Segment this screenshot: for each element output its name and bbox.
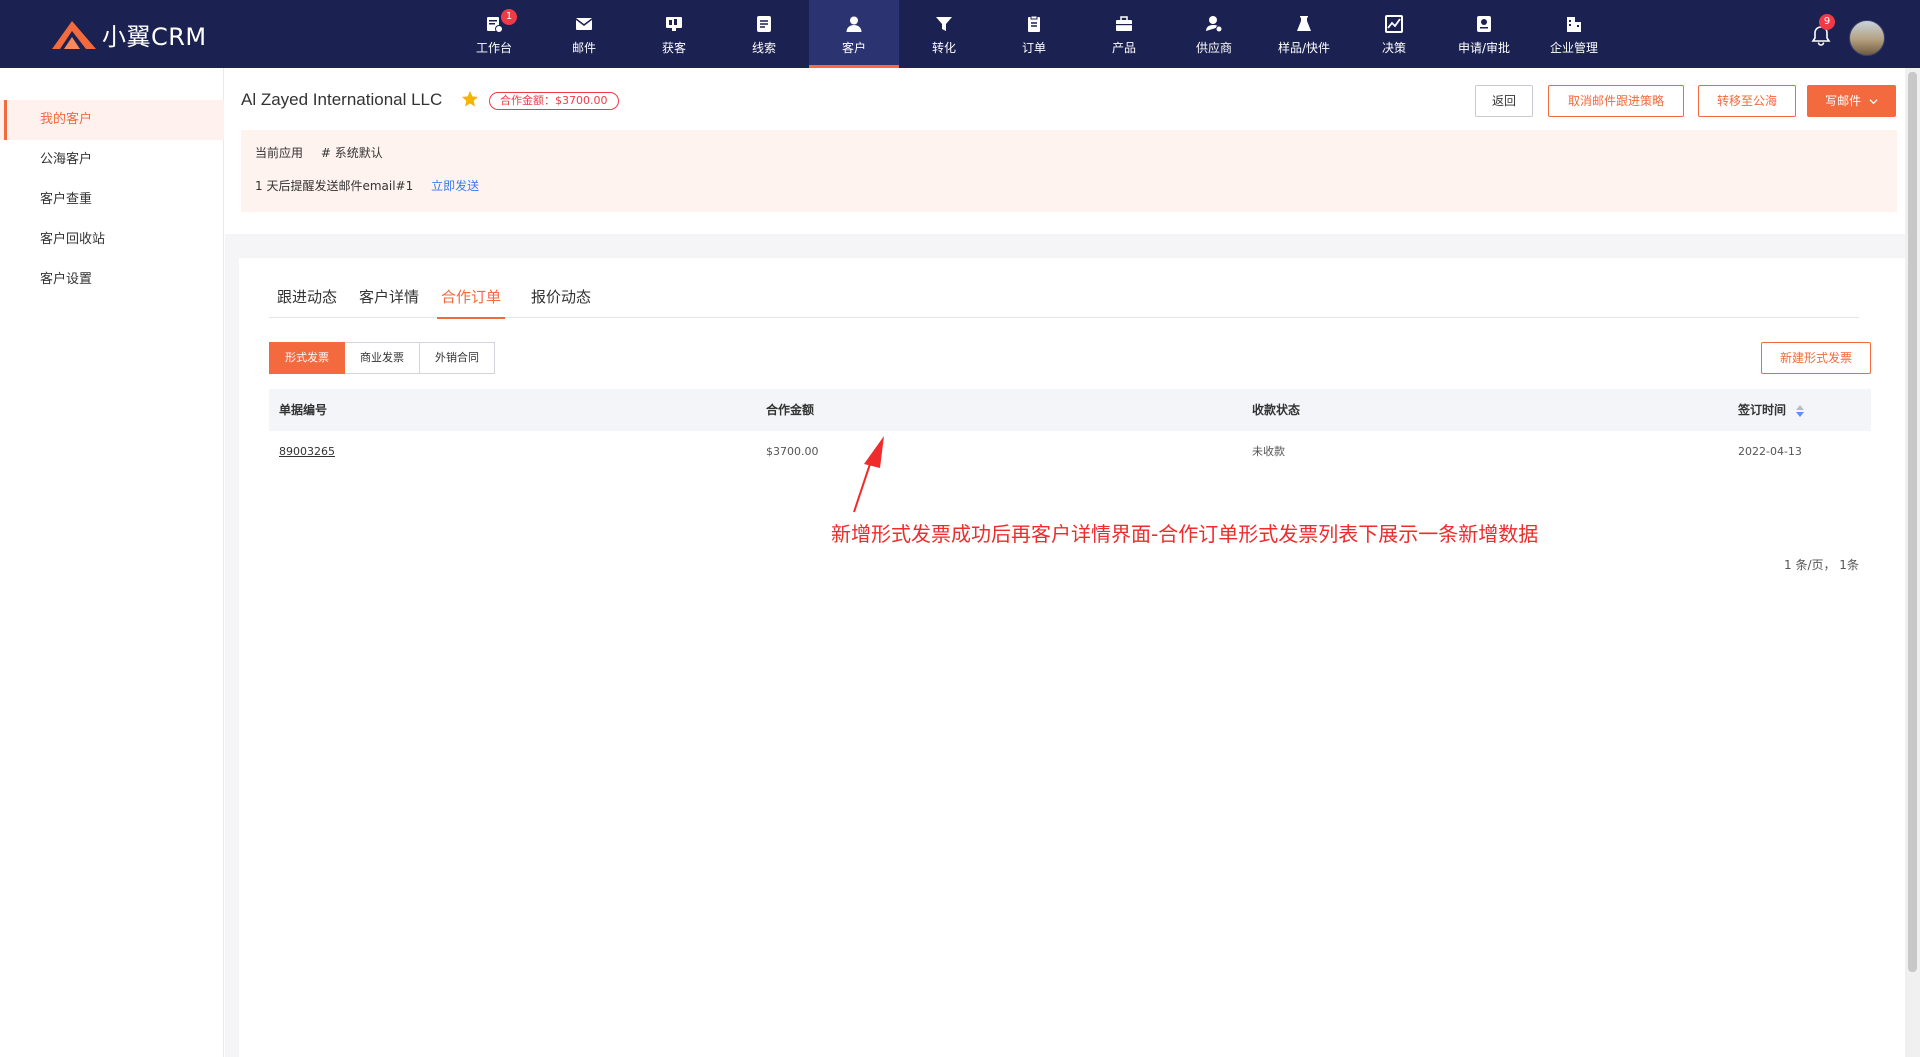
tab-quotation[interactable]: 报价动态 bbox=[531, 284, 591, 318]
pagination-info: 1 条/页， 1条 bbox=[1784, 558, 1859, 572]
column-header: 单据编号 bbox=[279, 403, 328, 417]
nav-item-approval[interactable]: 申请/审批 bbox=[1439, 0, 1529, 68]
table-header: 单据编号 合作金额 收款状态 签订时间 bbox=[269, 389, 1871, 431]
chevron-down-icon bbox=[1869, 99, 1878, 105]
write-email-label: 写邮件 bbox=[1825, 94, 1862, 108]
left-sidebar: 我的客户 公海客户 客户查重 客户回收站 客户设置 bbox=[0, 68, 224, 1057]
strategy-reminder: 当前应用 # 系统默认 1 天后提醒发送邮件email#1 立即发送 bbox=[241, 130, 1897, 212]
nav-label: 线索 bbox=[751, 41, 776, 55]
nav-label: 转化 bbox=[931, 41, 956, 55]
nav-item-conversion[interactable]: 转化 bbox=[899, 0, 989, 68]
customer-icon bbox=[844, 14, 864, 34]
nav-item-enterprise[interactable]: 企业管理 bbox=[1529, 0, 1619, 68]
current-app-value: # 系统默认 bbox=[320, 146, 383, 160]
sidebar-item-duplicate-check[interactable]: 客户查重 bbox=[0, 180, 224, 220]
segment-commercial-invoice[interactable]: 商业发票 bbox=[345, 342, 420, 374]
order-id-link[interactable]: 89003265 bbox=[279, 445, 335, 458]
nav-item-sample[interactable]: 样品/快件 bbox=[1259, 0, 1349, 68]
product-icon bbox=[1114, 14, 1134, 34]
nav-item-leads[interactable]: 线索 bbox=[719, 0, 809, 68]
invoice-type-switch: 形式发票 商业发票 外销合同 bbox=[269, 342, 495, 374]
write-email-button[interactable]: 写邮件 bbox=[1807, 85, 1896, 117]
current-app-label: 当前应用 bbox=[255, 146, 304, 160]
tab-orders[interactable]: 合作订单 bbox=[436, 284, 506, 319]
nav-item-mail[interactable]: 邮件 bbox=[539, 0, 629, 68]
column-header: 合作金额 bbox=[766, 403, 815, 417]
chart-icon bbox=[1384, 14, 1404, 34]
nav-label: 订单 bbox=[1021, 41, 1046, 55]
order-icon bbox=[1024, 14, 1044, 34]
approval-icon bbox=[1474, 14, 1494, 34]
column-header-label: 签订时间 bbox=[1738, 403, 1787, 417]
move-to-public-button[interactable]: 转移至公海 bbox=[1698, 85, 1796, 117]
top-navbar: 小翼CRM 1 工作台 邮件 获客 线索 客户 转化 订单 产品 供应商 样品/… bbox=[0, 0, 1920, 68]
column-header-sign-date[interactable]: 签订时间 bbox=[1738, 389, 1805, 431]
supplier-icon bbox=[1204, 14, 1224, 34]
invoice-table: 单据编号 合作金额 收款状态 签订时间 89003265 $3700.00 未收… bbox=[269, 389, 1871, 473]
cancel-email-strategy-button[interactable]: 取消邮件跟进策略 bbox=[1548, 85, 1684, 117]
main-nav: 1 工作台 邮件 获客 线索 客户 转化 订单 产品 供应商 样品/快件 决策 … bbox=[0, 0, 1920, 68]
notification-badge: 9 bbox=[1819, 14, 1835, 30]
order-amount: $3700.00 bbox=[766, 445, 819, 458]
sidebar-item-my-customers[interactable]: 我的客户 bbox=[0, 100, 224, 140]
sidebar-item-recycle-bin[interactable]: 客户回收站 bbox=[0, 220, 224, 260]
detail-tabs: 跟进动态 客户详情 合作订单 报价动态 bbox=[269, 284, 1859, 319]
sidebar-item-customer-settings[interactable]: 客户设置 bbox=[0, 260, 224, 300]
acquire-icon bbox=[664, 14, 684, 34]
nav-label: 申请/审批 bbox=[1457, 41, 1511, 55]
nav-label: 企业管理 bbox=[1549, 41, 1598, 55]
send-now-link[interactable]: 立即发送 bbox=[431, 179, 479, 193]
nav-item-order[interactable]: 订单 bbox=[989, 0, 1079, 68]
nav-label: 样品/快件 bbox=[1277, 41, 1331, 55]
nav-item-acquire[interactable]: 获客 bbox=[629, 0, 719, 68]
new-proforma-invoice-button[interactable]: 新建形式发票 bbox=[1761, 342, 1871, 374]
segment-export-contract[interactable]: 外销合同 bbox=[420, 342, 495, 374]
payment-status: 未收款 bbox=[1252, 445, 1285, 458]
scrollbar-thumb[interactable] bbox=[1908, 72, 1917, 972]
nav-label: 决策 bbox=[1381, 41, 1406, 55]
segment-proforma-invoice[interactable]: 形式发票 bbox=[269, 342, 345, 374]
annotation-arrow-icon bbox=[853, 436, 884, 513]
annotation-text: 新增形式发票成功后再客户详情界面-合作订单形式发票列表下展示一条新增数据 bbox=[831, 522, 1539, 546]
workbench-badge: 1 bbox=[501, 9, 517, 25]
nav-item-supplier[interactable]: 供应商 bbox=[1169, 0, 1259, 68]
customer-header: Al Zayed International LLC 合作金额：$3700.00… bbox=[225, 68, 1905, 234]
sort-icon[interactable] bbox=[1795, 404, 1805, 418]
notification-bell-icon[interactable]: 9 bbox=[1810, 14, 1835, 46]
nav-label: 工作台 bbox=[475, 41, 512, 55]
star-icon[interactable] bbox=[461, 90, 479, 108]
sign-date: 2022-04-13 bbox=[1738, 445, 1802, 458]
nav-item-decision[interactable]: 决策 bbox=[1349, 0, 1439, 68]
main-area: Al Zayed International LLC 合作金额：$3700.00… bbox=[225, 68, 1920, 1057]
tab-follow-up[interactable]: 跟进动态 bbox=[277, 284, 337, 318]
detail-card: 跟进动态 客户详情 合作订单 报价动态 形式发票 商业发票 外销合同 新建形式发… bbox=[239, 258, 1905, 1057]
table-row: 89003265 $3700.00 未收款 2022-04-13 bbox=[269, 431, 1871, 473]
mail-icon bbox=[574, 14, 594, 34]
sidebar-item-public-customers[interactable]: 公海客户 bbox=[0, 140, 224, 180]
nav-item-product[interactable]: 产品 bbox=[1079, 0, 1169, 68]
leads-icon bbox=[754, 14, 774, 34]
nav-item-workbench[interactable]: 1 工作台 bbox=[449, 0, 539, 68]
nav-label: 邮件 bbox=[571, 41, 596, 55]
nav-item-customer[interactable]: 客户 bbox=[809, 0, 899, 68]
back-button[interactable]: 返回 bbox=[1475, 85, 1533, 117]
enterprise-icon bbox=[1564, 14, 1584, 34]
customer-name: Al Zayed International LLC bbox=[241, 90, 443, 109]
nav-label: 产品 bbox=[1111, 41, 1136, 55]
nav-label: 供应商 bbox=[1195, 41, 1232, 55]
amount-badge: 合作金额：$3700.00 bbox=[489, 92, 619, 110]
user-avatar[interactable] bbox=[1849, 20, 1885, 56]
current-app-row: 当前应用 # 系统默认 bbox=[255, 144, 383, 161]
reminder-text: 1 天后提醒发送邮件email#1 bbox=[255, 179, 414, 193]
column-header: 收款状态 bbox=[1252, 403, 1301, 417]
nav-label: 获客 bbox=[661, 41, 686, 55]
nav-label: 客户 bbox=[841, 41, 866, 55]
sample-icon bbox=[1294, 14, 1314, 34]
funnel-icon bbox=[934, 14, 954, 34]
reminder-row: 1 天后提醒发送邮件email#1 立即发送 bbox=[255, 177, 479, 194]
tab-customer-detail[interactable]: 客户详情 bbox=[359, 284, 419, 318]
